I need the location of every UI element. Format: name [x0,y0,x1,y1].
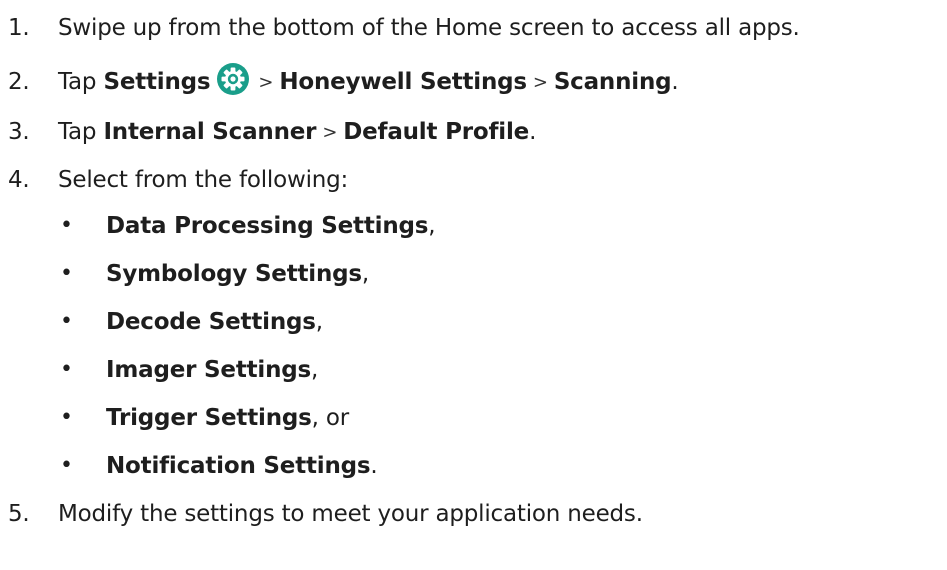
option-label: Imager Settings [106,357,312,383]
step-prefix: Tap [58,69,104,95]
bullet-icon: • [60,405,73,430]
option-tail: . [370,453,378,479]
option-label: Decode Settings [106,309,316,335]
option-tail: , [361,261,370,287]
option-label: Trigger Settings [106,405,312,431]
option-tail: , [315,309,323,335]
step-suffix: . [529,119,537,145]
option-label: Symbology Settings [106,261,362,287]
bullet-icon: • [60,309,73,334]
path-separator: > [322,122,338,143]
menu-path-honeywell-settings: Honeywell Settings [279,69,527,95]
step-number: 5. [8,501,30,527]
gear-icon [216,62,250,96]
step-text: Select from the following: [58,167,349,193]
option-label: Notification Settings [106,453,371,479]
option-tail: , [311,357,319,383]
menu-path-scanning: Scanning [553,69,672,95]
option-tail: , or [311,405,350,431]
step-number: 1. [8,15,30,41]
option-tail: , [428,213,436,239]
path-separator: > [258,72,274,93]
bullet-icon: • [60,213,73,238]
path-separator: > [532,72,548,93]
bullet-icon: • [60,261,73,286]
step-prefix: Tap [58,119,104,145]
bullet-icon: • [60,357,73,382]
step-text: Swipe up from the bottom of the Home scr… [58,15,800,41]
menu-path-settings: Settings [103,69,211,95]
step-number: 3. [8,119,30,145]
menu-path-default-profile: Default Profile [343,119,530,145]
step-number: 2. [8,69,30,95]
step-number: 4. [8,167,30,193]
step-text: Tap Internal Scanner > Default Profile. [58,117,536,149]
step-text: Tap Settings > Honeywell Settings > Scannin… [58,62,679,99]
step-text: Modify the settings to meet your applica… [58,501,643,527]
bullet-icon: • [60,453,73,478]
step-suffix: . [671,69,679,95]
menu-path-internal-scanner: Internal Scanner [103,119,317,145]
option-label: Data Processing Settings [106,213,429,239]
